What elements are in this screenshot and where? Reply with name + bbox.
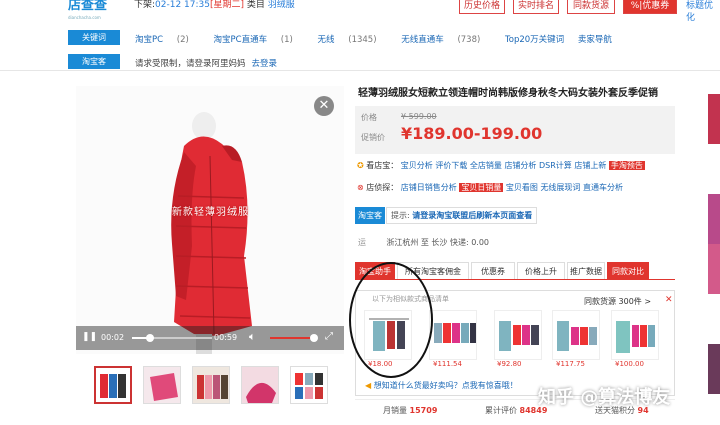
pause-icon[interactable]: ❚❚ <box>82 332 97 342</box>
jacket-image <box>76 86 344 354</box>
compare-item-4[interactable] <box>552 310 600 360</box>
tab-promo-data[interactable]: 推广数据 <box>567 262 605 279</box>
original-price: ¥ 599.00 <box>401 112 437 121</box>
keyword-top20w[interactable]: Top20万关键词 <box>505 35 564 45</box>
promo-price: ¥189.00-199.00 <box>401 124 543 143</box>
title-optimize-link[interactable]: 标题优化 <box>686 0 720 24</box>
keyword-wireless-ztc[interactable]: 无线直通车 (738) <box>401 35 491 45</box>
time-total: 00:59 <box>214 333 238 342</box>
dianchacha-logo[interactable]: 店查查 dianchacha.com <box>68 0 130 20</box>
link-preview[interactable]: 手淘预告 <box>608 161 645 170</box>
tab-price-up[interactable]: 价格上升 <box>517 262 565 279</box>
diantance-icon: ⊗ <box>357 183 364 192</box>
seek-bar[interactable] <box>132 334 212 342</box>
thumbnail-5[interactable] <box>290 366 328 404</box>
video-watermark: 新款轻薄羽绒服 <box>172 207 249 218</box>
tab-compare[interactable]: 同款对比 <box>607 262 649 279</box>
link-ztc-analysis[interactable]: 直通车分析 <box>583 183 623 192</box>
same-source-count[interactable]: 同款货源 300件 > <box>584 296 651 307</box>
keyword-taobao-pc[interactable]: 淘宝PC (2) <box>135 35 200 45</box>
seek-handle[interactable] <box>146 334 154 342</box>
link-item-daily[interactable]: 宝贝日销量 <box>459 183 504 192</box>
kandianbao-row: ✪ 看店宝： 宝贝分析 评价下载 全店销量 店铺分析 DSR计算 店铺上新 手淘… <box>357 161 645 170</box>
thumbnail-4[interactable] <box>241 366 279 404</box>
speaker-icon: ◀ <box>365 381 372 390</box>
link-view-images[interactable]: 宝贝看图 <box>506 183 538 192</box>
keyword-seller-nav[interactable]: 卖家导航 <box>578 35 612 45</box>
fullscreen-icon[interactable]: ⤢ <box>325 331 333 342</box>
volume-icon[interactable]: 🔈︎ <box>249 330 256 344</box>
link-item-analysis[interactable]: 宝贝分析 <box>401 161 433 170</box>
side-image-4[interactable] <box>708 344 720 394</box>
compare-item-2[interactable] <box>429 310 477 360</box>
thumbnail-1[interactable] <box>94 366 132 404</box>
annotation-circle <box>349 262 433 378</box>
keyword-tag: 关键词 <box>68 30 120 45</box>
diantance-row: ⊗ 店侦探： 店铺日销售分析 宝贝日销量 宝贝看图 无线展现词 直通车分析 <box>357 183 623 192</box>
taobaoke-tag: 淘宝客 <box>68 54 120 69</box>
product-video-player[interactable] <box>76 86 344 354</box>
compare-price-2: ¥111.54 <box>433 360 462 368</box>
keyword-taobao-pc-ztc[interactable]: 淘宝PC直通车 (1) <box>214 35 304 45</box>
thumbnail-3[interactable] <box>192 366 230 404</box>
promo-label: 促销价 <box>361 133 385 142</box>
link-store-new[interactable]: 店铺上新 <box>574 161 606 170</box>
link-store-analysis[interactable]: 店铺分析 <box>504 161 536 170</box>
kandianbao-icon: ✪ <box>357 161 364 170</box>
side-image-3[interactable] <box>708 244 720 294</box>
shipping-info: 运 浙江杭州 至 长沙 快递: 0.00 <box>358 238 490 247</box>
login-tip: 提示: 请登录淘宝联盟后刷新本页面查看 <box>386 207 538 224</box>
divider <box>0 70 720 71</box>
keyword-links: 淘宝PC (2) 淘宝PC直通车 (1) 无线 (1345) 无线直通车 (73… <box>135 33 623 45</box>
thumbnail-2[interactable] <box>143 366 181 404</box>
link-store-daily[interactable]: 店铺日销售分析 <box>401 183 457 192</box>
video-controls: ❚❚ 00:02 00:59 🔈︎ ⤢ <box>76 326 344 350</box>
tab-coupon[interactable]: 优惠券 <box>471 262 515 279</box>
compare-price-5: ¥100.00 <box>615 360 644 368</box>
taobaoke-button[interactable]: 淘宝客 <box>355 207 385 224</box>
product-title: 轻薄羽绒服女短款立领连帽时尚韩版修身秋冬大码女装外套反季促销 <box>358 88 658 99</box>
link-wireless-words[interactable]: 无线展现词 <box>540 183 580 192</box>
close-icon[interactable]: ✕ <box>314 96 334 116</box>
same-source-button[interactable]: 同款货源 <box>567 0 615 14</box>
compare-price-3: ¥92.80 <box>497 360 522 368</box>
compare-item-3[interactable] <box>494 310 542 360</box>
compare-price-4: ¥117.75 <box>556 360 585 368</box>
login-link[interactable]: 去登录 <box>252 59 278 69</box>
compare-item-5[interactable] <box>611 310 659 360</box>
time-current: 00:02 <box>101 333 125 342</box>
price-history-button[interactable]: 历史价格 <box>459 0 505 14</box>
link-dsr[interactable]: DSR计算 <box>539 161 572 170</box>
zhihu-watermark: 知乎 @算法博友 <box>538 387 671 408</box>
link-store-sales[interactable]: 全店销量 <box>470 161 502 170</box>
volume-handle[interactable] <box>310 334 318 342</box>
close-panel-icon[interactable]: ✕ <box>665 295 673 305</box>
taobaoke-notice: 请求受限制，请登录阿里妈妈 去登录 <box>135 59 278 69</box>
price-box: 价格 ¥ 599.00 促销价 ¥189.00-199.00 <box>355 106 675 154</box>
price-label: 价格 <box>361 113 377 122</box>
realtime-rank-button[interactable]: 实时排名 <box>513 0 559 14</box>
delist-info: 下架:02-12 17:35[星期二] 类目 羽绒服 <box>134 0 295 10</box>
hot-items-notice[interactable]: ◀ 想知道什么货最好卖吗？点我有惊喜哦！ <box>365 380 518 391</box>
coupon-button[interactable]: %|优惠券 <box>623 0 677 14</box>
keyword-wireless[interactable]: 无线 (1345) <box>318 35 388 45</box>
link-review-download[interactable]: 评价下载 <box>435 161 467 170</box>
volume-slider[interactable] <box>270 334 318 342</box>
side-image-1[interactable] <box>708 94 720 144</box>
side-image-2[interactable] <box>708 194 720 244</box>
